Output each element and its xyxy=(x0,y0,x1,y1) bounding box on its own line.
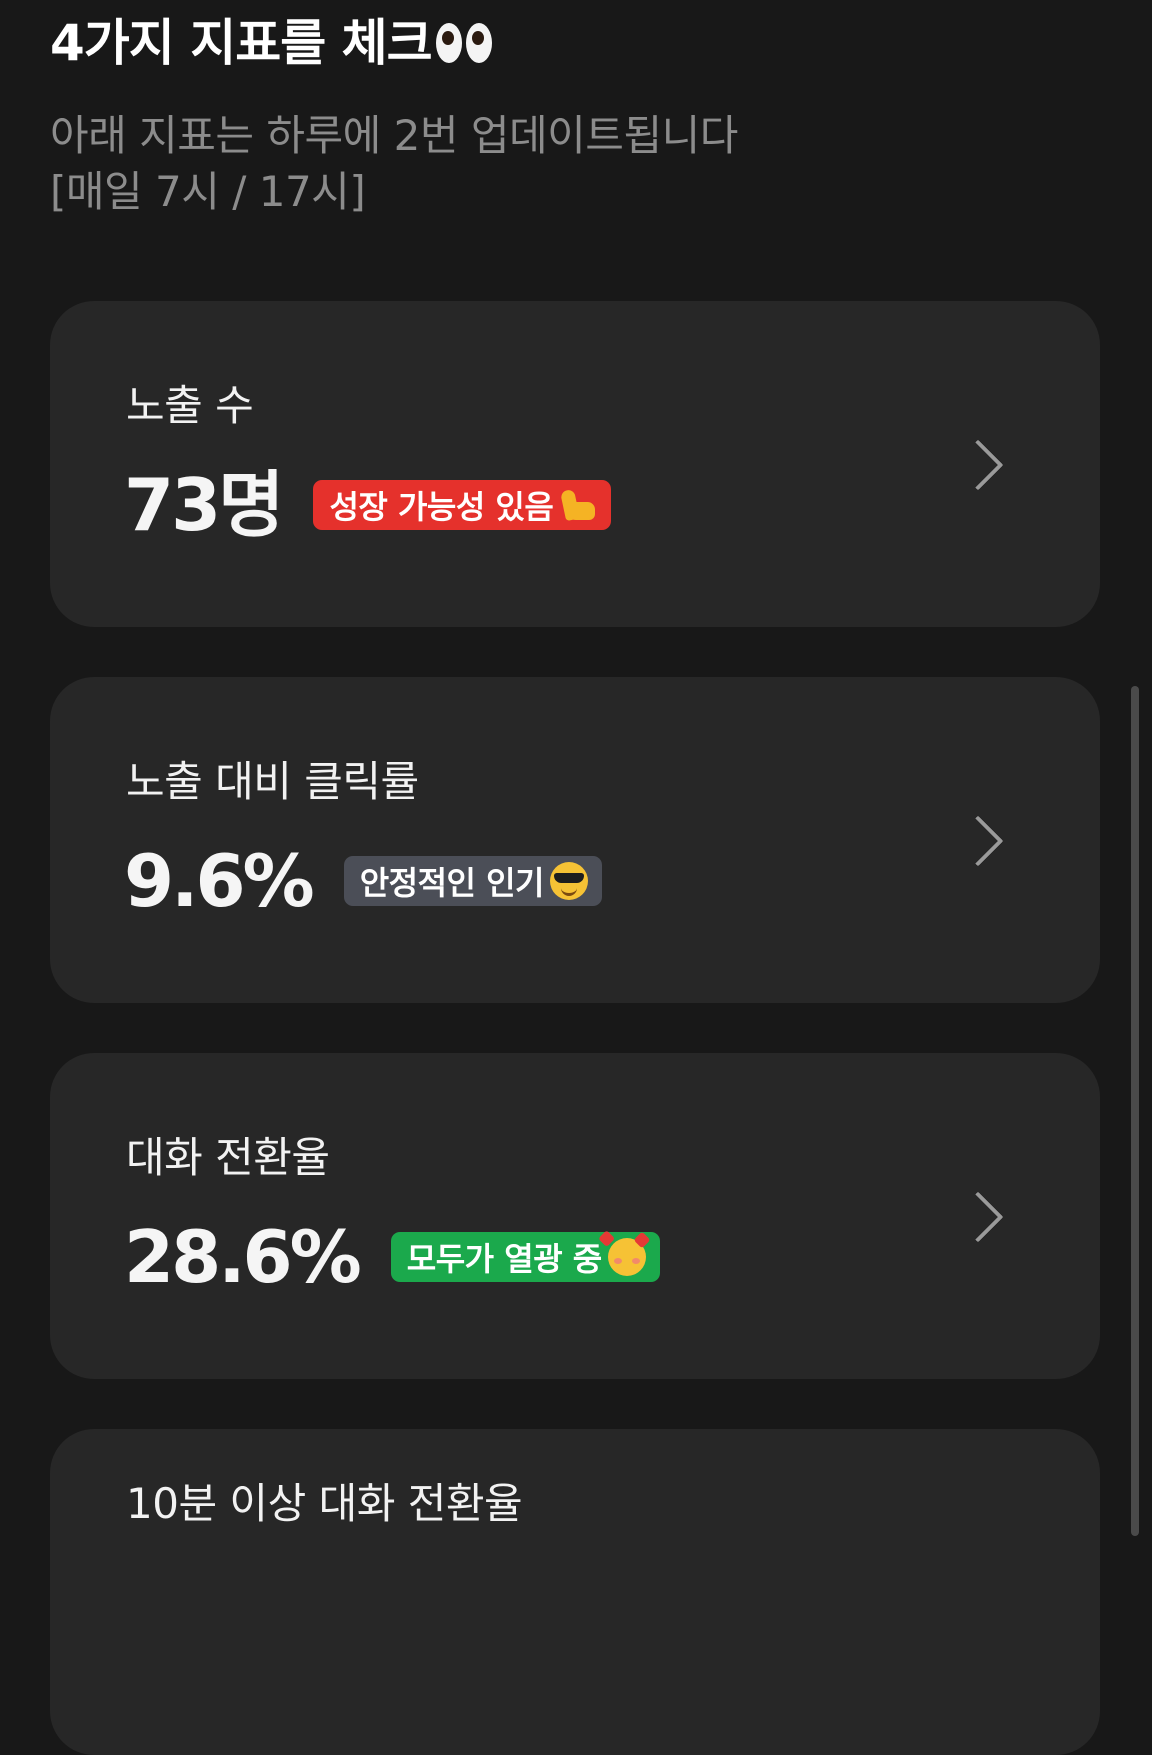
header: 4가지 지표를 체크 아래 지표는 하루에 2번 업데이트됩니다 [매일 7시 … xyxy=(50,0,1100,220)
metric-card-long-chat-conversion[interactable]: 10분 이상 대화 전환율 xyxy=(50,1429,1100,1755)
update-info: 아래 지표는 하루에 2번 업데이트됩니다 [매일 7시 / 17시] xyxy=(50,108,1100,220)
metric-value: 28.6% xyxy=(124,1215,362,1299)
smiling-face-with-hearts-icon xyxy=(607,1238,646,1276)
metric-value: 9.6% xyxy=(124,839,315,923)
metric-label: 10분 이상 대화 전환율 xyxy=(126,1479,523,1528)
metric-label: 노출 대비 클릭률 xyxy=(126,757,419,806)
page-title-text: 4가지 지표를 체크 xyxy=(50,14,433,72)
update-schedule-text: 아래 지표는 하루에 2번 업데이트됩니다 xyxy=(50,111,738,160)
metric-value-row: 28.6% 모두가 열광 중 xyxy=(124,1217,660,1297)
status-badge: 모두가 열광 중 xyxy=(390,1232,660,1282)
metric-card-impressions[interactable]: 노출 수 73명 성장 가능성 있음 xyxy=(50,301,1100,627)
metric-card-click-rate[interactable]: 노출 대비 클릭률 9.6% 안정적인 인기 xyxy=(50,677,1100,1003)
chevron-right-icon[interactable] xyxy=(952,815,1004,867)
metric-value-row: 73명 성장 가능성 있음 xyxy=(124,463,612,547)
status-badge: 안정적인 인기 xyxy=(343,856,602,906)
status-badge-label: 안정적인 인기 xyxy=(359,864,545,902)
eyes-icon xyxy=(435,22,492,63)
metric-value-row: 9.6% 안정적인 인기 xyxy=(124,841,602,921)
status-badge-label: 모두가 열광 중 xyxy=(406,1240,602,1278)
metric-label: 노출 수 xyxy=(126,381,254,430)
metric-card-chat-conversion[interactable]: 대화 전환율 28.6% 모두가 열광 중 xyxy=(50,1053,1100,1379)
scrollbar[interactable] xyxy=(1131,686,1139,1536)
metric-value: 73명 xyxy=(124,463,284,547)
flexed-biceps-icon xyxy=(559,486,597,524)
chevron-right-icon[interactable] xyxy=(952,439,1004,491)
chevron-right-icon[interactable] xyxy=(952,1191,1004,1243)
status-badge: 성장 가능성 있음 xyxy=(313,480,612,530)
metric-label: 대화 전환율 xyxy=(126,1133,330,1182)
status-badge-label: 성장 가능성 있음 xyxy=(329,488,554,526)
page-title: 4가지 지표를 체크 xyxy=(50,18,1100,68)
sunglasses-face-icon xyxy=(549,862,588,900)
update-time-text: [매일 7시 / 17시] xyxy=(50,167,366,216)
